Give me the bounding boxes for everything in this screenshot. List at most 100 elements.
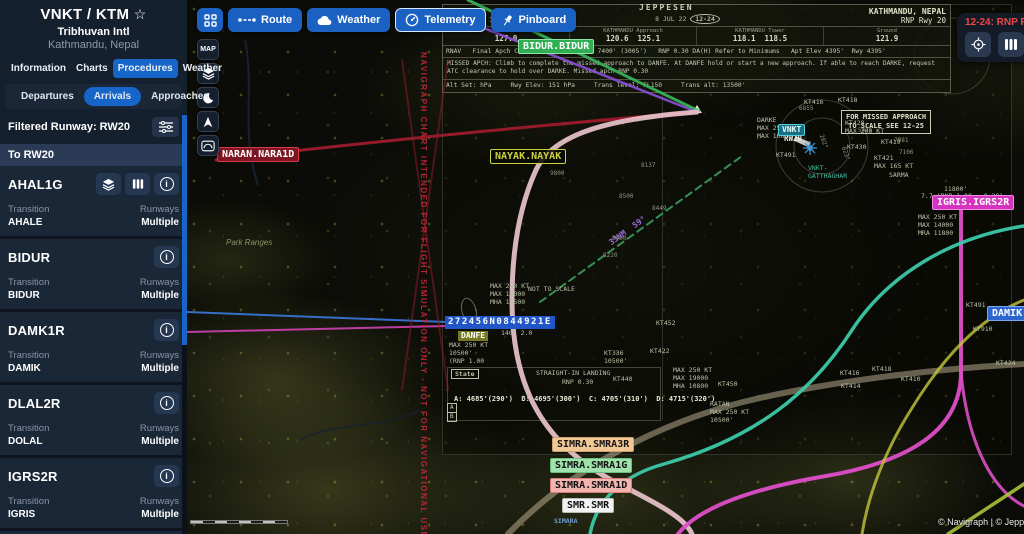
locate-button[interactable] xyxy=(965,32,991,57)
transition-value: DAMIK xyxy=(8,363,41,374)
info-icon: i xyxy=(159,396,174,410)
chart-missed-approach-text: MISSED APCH: Climb to complete the misse… xyxy=(443,57,950,79)
tab-charts[interactable]: Charts xyxy=(71,59,113,78)
runways-label: Runways xyxy=(139,423,179,434)
naran-nara1d-map-label[interactable]: NARAN.NARA1D xyxy=(217,147,300,162)
location-arrow-icon xyxy=(203,116,213,127)
nayak-nayak-map-label[interactable]: NAYAK.NAYAK xyxy=(490,149,567,164)
telemetry-button[interactable]: Telemetry xyxy=(395,8,486,32)
runways-label: Runways xyxy=(139,204,179,215)
telemetry-button-label: Telemetry xyxy=(424,14,476,26)
simra-smra1g-map-label[interactable]: SIMRA.SMRA1G xyxy=(550,458,633,473)
runway-filter-label: Filtered Runway: RW20 xyxy=(8,121,131,133)
map-layers-menu-button[interactable]: MAP xyxy=(197,39,219,60)
grid-icon xyxy=(203,13,217,27)
transition-label: Transition xyxy=(8,277,50,288)
chart-panels-button[interactable] xyxy=(998,32,1024,57)
selected-chart-panel: 12-24: RNP R xyxy=(957,13,1024,62)
columns-icon xyxy=(1005,39,1017,50)
arrival-list-item[interactable]: DAMK1R i Transition DAMIK Runways Multip… xyxy=(0,312,187,382)
arrival-list-item[interactable]: IGRS2R i Transition IGRIS Runways Multip… xyxy=(0,458,187,528)
route-icon xyxy=(238,18,256,22)
runways-value: Multiple xyxy=(141,509,179,520)
crosshair-icon xyxy=(970,37,986,52)
widgets-grid-button[interactable] xyxy=(197,8,223,32)
sidebar-scrollbar[interactable] xyxy=(182,114,187,534)
tab-procedures[interactable]: Procedures xyxy=(112,59,178,78)
arrival-list: AHAL1G i Transition AHALE Runways Multip… xyxy=(0,166,187,534)
tab-weather[interactable]: Weather xyxy=(178,59,227,78)
airport-header: VNKT / KTM ☆ Tribhuvan Intl Kathmandu, N… xyxy=(0,0,187,53)
chart-plan-divider xyxy=(662,96,663,420)
airport-title: VNKT / KTM ☆ xyxy=(40,6,147,23)
procedure-info-button[interactable]: i xyxy=(154,392,179,414)
damik-map-label[interactable]: DAMIK. xyxy=(987,306,1024,321)
transition-label: Transition xyxy=(8,350,50,361)
chart-brand: JEPPESEN xyxy=(639,3,694,12)
transition-value: DOLAL xyxy=(8,436,43,447)
runways-label: Runways xyxy=(139,277,179,288)
arrival-list-item[interactable]: DLAL2R i Transition DOLAL Runways Multip… xyxy=(0,385,187,455)
chart-minimums-box xyxy=(447,367,661,421)
bidur-bidur-map-label[interactable]: BIDUR.BIDUR xyxy=(518,39,595,54)
igris-igrs2r-map-label[interactable]: IGRIS.IGRS2R xyxy=(932,195,1015,210)
chart-city-block: KATHMANDU, NEPAL RNP Rwy 20 xyxy=(868,7,946,25)
transition-value: IGRIS xyxy=(8,509,36,520)
procedure-name: DAMK1R xyxy=(8,322,65,338)
info-icon: i xyxy=(159,323,174,337)
route-button[interactable]: Route xyxy=(228,8,303,32)
selected-chart-badge: 12-24: RNP R xyxy=(965,17,1024,28)
runways-value: Multiple xyxy=(141,363,179,374)
runways-value: Multiple xyxy=(141,290,179,301)
pinboard-button[interactable]: Pinboard xyxy=(490,8,577,32)
smr-smr-map-label[interactable]: SMR.SMR xyxy=(562,498,615,513)
cloud-icon xyxy=(317,15,332,25)
transition-label: Transition xyxy=(8,496,50,507)
horizon-icon xyxy=(201,140,215,151)
tab-information[interactable]: Information xyxy=(6,59,71,78)
procedure-name: IGRS2R xyxy=(8,468,58,484)
simra-smra1d-map-label[interactable]: SIMRA.SMRA1D xyxy=(550,478,633,493)
procedure-info-button[interactable]: i xyxy=(154,246,179,268)
pushpin-icon xyxy=(503,14,512,25)
orientation-button[interactable] xyxy=(197,111,219,132)
airport-name: Tribhuvan Intl xyxy=(57,26,130,38)
runways-value: Multiple xyxy=(141,436,179,447)
tab-bar: Information Charts Procedures Weather xyxy=(0,53,222,82)
procedure-info-button[interactable]: i xyxy=(154,465,179,487)
terrain-profile-button[interactable] xyxy=(197,135,219,156)
pinboard-button-label: Pinboard xyxy=(518,14,567,26)
gauge-icon xyxy=(406,13,419,27)
subtab-approaches[interactable]: Approaches xyxy=(141,87,219,106)
weather-button[interactable]: Weather xyxy=(307,8,391,32)
simra-smra3r-map-label[interactable]: SIMRA.SMRA3R xyxy=(552,437,635,452)
app-window: JEPPESEN VNKT/KTM TRIBHUVAN INTL 8 JUL 2… xyxy=(0,0,1024,534)
filter-settings-button[interactable] xyxy=(152,117,179,137)
show-on-map-button[interactable] xyxy=(96,173,121,195)
runway-section-header: To RW20 xyxy=(0,144,187,166)
route-button-label: Route xyxy=(261,14,293,26)
info-icon: i xyxy=(159,469,174,483)
map-toolbar: Route Weather Telemetry Pinboard xyxy=(197,8,577,32)
arrival-list-item[interactable]: AHAL1G i Transition AHALE Runways Multip… xyxy=(0,166,187,236)
map-scale-bar xyxy=(190,520,288,524)
sidebar: VNKT / KTM ☆ Tribhuvan Intl Kathmandu, N… xyxy=(0,0,222,534)
favorite-star-icon[interactable]: ☆ xyxy=(134,6,147,22)
weather-button-label: Weather xyxy=(337,14,381,26)
info-icon: i xyxy=(159,250,174,264)
info-icon: i xyxy=(159,177,174,191)
chart-altimeter-row: Alt Set: hPa Rwy Elev: 151 hPa Trans lev… xyxy=(443,78,950,92)
procedure-name: BIDUR xyxy=(8,249,51,265)
subtab-arrivals[interactable]: Arrivals xyxy=(83,87,142,106)
sidebar-scrollbar-thumb[interactable] xyxy=(182,115,187,345)
procedure-info-button[interactable]: i xyxy=(154,173,179,195)
subtab-departures[interactable]: Departures xyxy=(11,87,84,106)
chart-index-number: 12-24 xyxy=(690,14,720,24)
layers-icon xyxy=(102,178,115,191)
transition-label: Transition xyxy=(8,423,50,434)
runways-label: Runways xyxy=(139,350,179,361)
procedure-info-button[interactable]: i xyxy=(154,319,179,341)
arrival-list-item[interactable]: BIDUR i Transition BIDUR Runways Multipl… xyxy=(0,239,187,309)
procedure-panels-button[interactable] xyxy=(125,173,150,195)
map-attribution: © Navigraph | © Jeppesen xyxy=(938,517,1024,527)
